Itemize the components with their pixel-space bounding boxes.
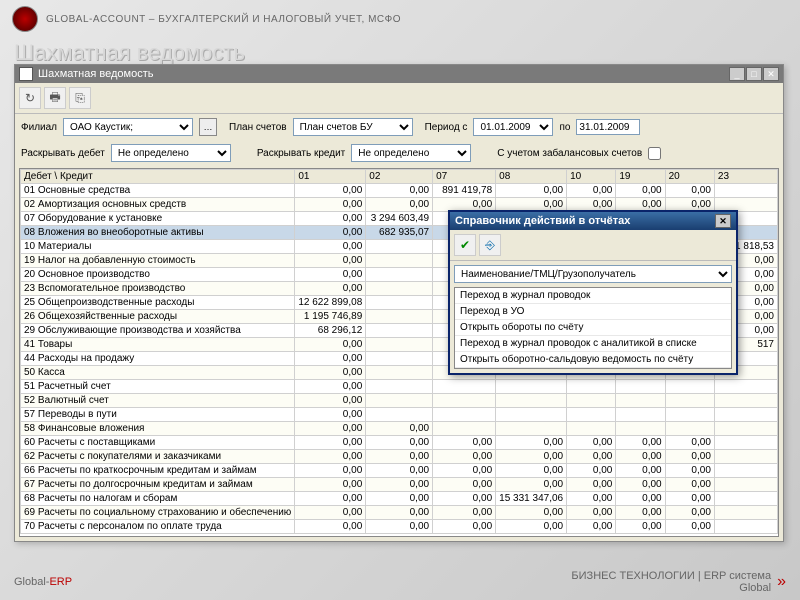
popup-toolbar: ✔ ⎆ [450, 230, 736, 261]
branch-select[interactable]: ОАО Каустик; [63, 118, 193, 136]
period-from-label: Период с [425, 122, 468, 133]
popup-title: Справочник действий в отчётах [455, 215, 630, 227]
branch-ellipsis-button[interactable]: … [199, 118, 217, 136]
table-row[interactable]: 57 Переводы в пути0,00 [21, 408, 778, 422]
popup-list-item[interactable]: Переход в УО [455, 304, 731, 320]
popup-list: Переход в журнал проводокПереход в УООтк… [454, 287, 732, 369]
refresh-icon[interactable]: ↻ [19, 87, 41, 109]
table-row[interactable]: 51 Расчетный счет0,00 [21, 380, 778, 394]
period-from-input[interactable]: 01.01.2009 [473, 118, 553, 136]
footer-brand: Global- [14, 576, 49, 588]
window-titlebar[interactable]: Шахматная ведомость _ □ ✕ [15, 65, 783, 83]
window-icon [19, 67, 33, 81]
period-to-input[interactable] [576, 119, 640, 135]
popup-list-item[interactable]: Открыть обороты по счёту [455, 320, 731, 336]
app-title: GLOBAL-ACCOUNT – БУХГАЛТЕРСКИЙ И НАЛОГОВ… [46, 14, 401, 25]
footer-brand-erp: ERP [49, 576, 72, 588]
popup-door-icon[interactable]: ⎆ [479, 234, 501, 256]
offbalance-label: С учетом забалансовых счетов [497, 148, 642, 159]
plan-label: План счетов [229, 122, 287, 133]
credit-select[interactable]: Не определено [351, 144, 471, 162]
footer-tag2: Global [571, 582, 771, 594]
popup-list-item[interactable]: Переход в журнал проводок с аналитикой в… [455, 336, 731, 352]
period-to-label: по [559, 122, 570, 133]
chevron-right-icon: » [777, 573, 786, 591]
minimize-button[interactable]: _ [729, 67, 745, 81]
credit-label: Раскрывать кредит [257, 148, 345, 159]
popup-list-item[interactable]: Открыть оборотно-сальдовую ведомость по … [455, 352, 731, 368]
popup-ok-icon[interactable]: ✔ [454, 234, 476, 256]
toolbar: ↻ 🖶 ⎘ [15, 83, 783, 114]
app-header: GLOBAL-ACCOUNT – БУХГАЛТЕРСКИЙ И НАЛОГОВ… [0, 0, 800, 38]
popup-list-item[interactable]: Переход в журнал проводок [455, 288, 731, 304]
branch-label: Филиал [21, 122, 57, 133]
filter-row-2: Раскрывать дебет Не определено Раскрыват… [15, 140, 783, 166]
table-row[interactable]: 67 Расчеты по долгосрочным кредитам и за… [21, 478, 778, 492]
table-row[interactable]: 66 Расчеты по краткосрочным кредитам и з… [21, 464, 778, 478]
table-row[interactable]: 62 Расчеты с покупателями и заказчиками0… [21, 450, 778, 464]
footer-tag1: БИЗНЕС ТЕХНОЛОГИИ | ERP система [571, 570, 771, 582]
table-row[interactable]: 70 Расчеты с персоналом по оплате труда0… [21, 520, 778, 534]
window-title: Шахматная ведомость [38, 68, 153, 80]
app-logo-icon [12, 6, 38, 32]
plan-select[interactable]: План счетов БУ [293, 118, 413, 136]
table-row[interactable]: 60 Расчеты с поставщиками0,000,000,000,0… [21, 436, 778, 450]
filter-row-1: Филиал ОАО Каустик; … План счетов План с… [15, 114, 783, 140]
maximize-button[interactable]: □ [746, 67, 762, 81]
table-row[interactable]: 69 Расчеты по социальному страхованию и … [21, 506, 778, 520]
table-row[interactable]: 58 Финансовые вложения0,000,00 [21, 422, 778, 436]
footer: Global-ERP БИЗНЕС ТЕХНОЛОГИИ | ERP систе… [0, 570, 800, 594]
close-button[interactable]: ✕ [763, 67, 779, 81]
popup-select[interactable]: Наименование/ТМЦ/Грузополучатель [454, 265, 732, 283]
debit-select[interactable]: Не определено [111, 144, 231, 162]
popup-close-button[interactable]: ✕ [715, 214, 731, 228]
table-row[interactable]: 01 Основные средства0,000,00891 419,780,… [21, 184, 778, 198]
table-row[interactable]: 52 Валютный счет0,00 [21, 394, 778, 408]
export-icon[interactable]: ⎘ [69, 87, 91, 109]
print-icon[interactable]: 🖶 [44, 87, 66, 109]
actions-popup: Справочник действий в отчётах ✕ ✔ ⎆ Наим… [448, 210, 738, 375]
popup-titlebar[interactable]: Справочник действий в отчётах ✕ [450, 212, 736, 230]
table-row[interactable]: 68 Расчеты по налогам и сборам0,000,000,… [21, 492, 778, 506]
offbalance-checkbox[interactable] [648, 147, 661, 160]
debit-label: Раскрывать дебет [21, 148, 105, 159]
